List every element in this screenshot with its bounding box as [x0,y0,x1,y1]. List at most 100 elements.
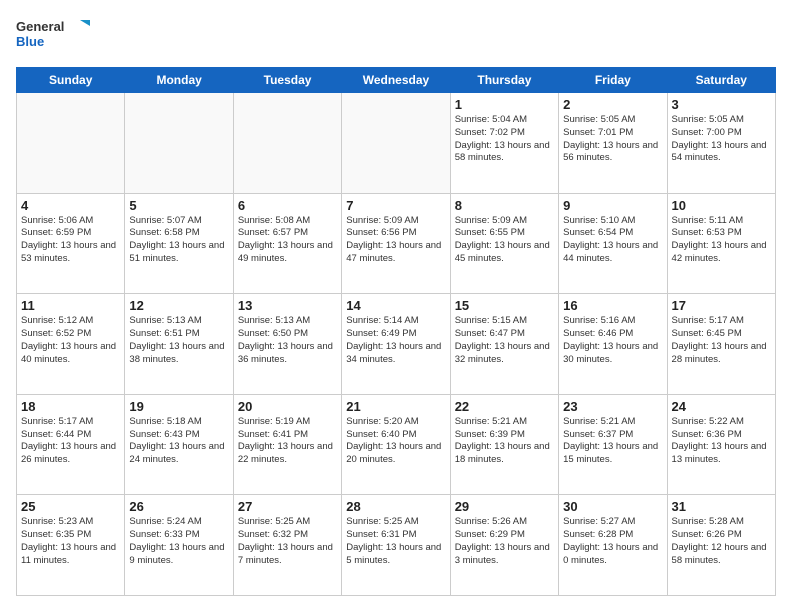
day-info: Sunrise: 5:25 AM Sunset: 6:31 PM Dayligh… [346,516,445,567]
day-info: Sunrise: 5:26 AM Sunset: 6:29 PM Dayligh… [455,516,554,567]
cell-w5-d2: 27 Sunrise: 5:25 AM Sunset: 6:32 PM Dayli… [233,495,341,596]
day-number: 13 [238,298,337,313]
day-info: Sunrise: 5:09 AM Sunset: 6:55 PM Dayligh… [455,215,554,266]
calendar-table: SundayMondayTuesdayWednesdayThursdayFrid… [16,67,776,596]
cell-w3-d3: 14Sunrise: 5:14 AM Sunset: 6:49 PM Dayli… [342,294,450,395]
header-monday: Monday [125,68,233,93]
day-number: 1 [455,97,554,112]
cell-w3-d4: 15 Sunrise: 5:15 AM Sunset: 6:47 PM Dayli… [450,294,558,395]
header-saturday: Saturday [667,68,775,93]
day-info: Sunrise: 5:21 AM Sunset: 6:37 PM Dayligh… [563,416,662,467]
day-info: Sunrise: 5:17 AM Sunset: 6:44 PM Dayligh… [21,416,120,467]
cell-w2-d5: 9 Sunrise: 5:10 AM Sunset: 6:54 PM Daylig… [559,193,667,294]
week-row-1: 1 Sunrise: 5:04 AM Sunset: 7:02 PM Daylig… [17,93,776,194]
cell-w1-d0 [17,93,125,194]
week-row-5: 25Sunrise: 5:23 AM Sunset: 6:35 PM Dayli… [17,495,776,596]
day-info: Sunrise: 5:16 AM Sunset: 6:46 PM Dayligh… [563,315,662,366]
day-number: 27 [238,499,337,514]
day-number: 28 [346,499,445,514]
header-wednesday: Wednesday [342,68,450,93]
cell-w1-d5: 2 Sunrise: 5:05 AM Sunset: 7:01 PM Daylig… [559,93,667,194]
header-row: SundayMondayTuesdayWednesdayThursdayFrid… [17,68,776,93]
week-row-4: 18 Sunrise: 5:17 AM Sunset: 6:44 PM Dayli… [17,394,776,495]
cell-w4-d5: 23 Sunrise: 5:21 AM Sunset: 6:37 PM Dayli… [559,394,667,495]
cell-w1-d3 [342,93,450,194]
header-thursday: Thursday [450,68,558,93]
day-number: 16 [563,298,662,313]
day-info: Sunrise: 5:25 AM Sunset: 6:32 PM Dayligh… [238,516,337,567]
day-number: 31 [672,499,771,514]
day-number: 3 [672,97,771,112]
cell-w1-d1 [125,93,233,194]
day-info: Sunrise: 5:05 AM Sunset: 7:00 PM Dayligh… [672,114,771,165]
day-number: 4 [21,198,120,213]
day-number: 9 [563,198,662,213]
day-info: Sunrise: 5:05 AM Sunset: 7:01 PM Dayligh… [563,114,662,165]
header-sunday: Sunday [17,68,125,93]
cell-w3-d0: 11Sunrise: 5:12 AM Sunset: 6:52 PM Dayli… [17,294,125,395]
cell-w5-d1: 26 Sunrise: 5:24 AM Sunset: 6:33 PM Dayli… [125,495,233,596]
day-info: Sunrise: 5:22 AM Sunset: 6:36 PM Dayligh… [672,416,771,467]
svg-text:General: General [16,19,64,34]
page: General Blue SundayMondayTuesdayWednesda… [0,0,792,612]
cell-w5-d5: 30Sunrise: 5:27 AM Sunset: 6:28 PM Dayli… [559,495,667,596]
cell-w5-d6: 31 Sunrise: 5:28 AM Sunset: 6:26 PM Dayli… [667,495,775,596]
cell-w5-d0: 25Sunrise: 5:23 AM Sunset: 6:35 PM Dayli… [17,495,125,596]
day-info: Sunrise: 5:13 AM Sunset: 6:51 PM Dayligh… [129,315,228,366]
cell-w1-d2 [233,93,341,194]
day-number: 29 [455,499,554,514]
day-number: 26 [129,499,228,514]
week-row-3: 11Sunrise: 5:12 AM Sunset: 6:52 PM Dayli… [17,294,776,395]
day-number: 12 [129,298,228,313]
day-info: Sunrise: 5:10 AM Sunset: 6:54 PM Dayligh… [563,215,662,266]
day-info: Sunrise: 5:24 AM Sunset: 6:33 PM Dayligh… [129,516,228,567]
cell-w4-d4: 22Sunrise: 5:21 AM Sunset: 6:39 PM Dayli… [450,394,558,495]
svg-text:Blue: Blue [16,34,44,49]
day-number: 2 [563,97,662,112]
header-friday: Friday [559,68,667,93]
day-info: Sunrise: 5:20 AM Sunset: 6:40 PM Dayligh… [346,416,445,467]
day-number: 7 [346,198,445,213]
day-number: 15 [455,298,554,313]
cell-w4-d3: 21 Sunrise: 5:20 AM Sunset: 6:40 PM Dayli… [342,394,450,495]
day-info: Sunrise: 5:07 AM Sunset: 6:58 PM Dayligh… [129,215,228,266]
day-info: Sunrise: 5:13 AM Sunset: 6:50 PM Dayligh… [238,315,337,366]
day-number: 25 [21,499,120,514]
day-number: 23 [563,399,662,414]
day-info: Sunrise: 5:15 AM Sunset: 6:47 PM Dayligh… [455,315,554,366]
cell-w2-d3: 7Sunrise: 5:09 AM Sunset: 6:56 PM Daylig… [342,193,450,294]
cell-w1-d6: 3 Sunrise: 5:05 AM Sunset: 7:00 PM Daylig… [667,93,775,194]
day-number: 11 [21,298,120,313]
day-info: Sunrise: 5:11 AM Sunset: 6:53 PM Dayligh… [672,215,771,266]
cell-w2-d2: 6 Sunrise: 5:08 AM Sunset: 6:57 PM Daylig… [233,193,341,294]
cell-w3-d2: 13 Sunrise: 5:13 AM Sunset: 6:50 PM Dayli… [233,294,341,395]
day-number: 21 [346,399,445,414]
cell-w2-d1: 5 Sunrise: 5:07 AM Sunset: 6:58 PM Daylig… [125,193,233,294]
day-number: 6 [238,198,337,213]
day-number: 8 [455,198,554,213]
cell-w2-d4: 8 Sunrise: 5:09 AM Sunset: 6:55 PM Daylig… [450,193,558,294]
day-number: 20 [238,399,337,414]
day-info: Sunrise: 5:28 AM Sunset: 6:26 PM Dayligh… [672,516,771,567]
cell-w3-d6: 17 Sunrise: 5:17 AM Sunset: 6:45 PM Dayli… [667,294,775,395]
day-number: 19 [129,399,228,414]
logo-block: General Blue [16,16,96,57]
cell-w4-d0: 18 Sunrise: 5:17 AM Sunset: 6:44 PM Dayli… [17,394,125,495]
cell-w3-d5: 16 Sunrise: 5:16 AM Sunset: 6:46 PM Dayli… [559,294,667,395]
header-tuesday: Tuesday [233,68,341,93]
logo-svg: General Blue [16,16,96,52]
day-number: 24 [672,399,771,414]
day-number: 18 [21,399,120,414]
header: General Blue [16,16,776,57]
day-number: 30 [563,499,662,514]
day-number: 5 [129,198,228,213]
day-info: Sunrise: 5:08 AM Sunset: 6:57 PM Dayligh… [238,215,337,266]
cell-w2-d0: 4Sunrise: 5:06 AM Sunset: 6:59 PM Daylig… [17,193,125,294]
day-number: 17 [672,298,771,313]
day-info: Sunrise: 5:04 AM Sunset: 7:02 PM Dayligh… [455,114,554,165]
cell-w5-d4: 29 Sunrise: 5:26 AM Sunset: 6:29 PM Dayli… [450,495,558,596]
day-info: Sunrise: 5:17 AM Sunset: 6:45 PM Dayligh… [672,315,771,366]
day-number: 10 [672,198,771,213]
day-number: 22 [455,399,554,414]
day-number: 14 [346,298,445,313]
